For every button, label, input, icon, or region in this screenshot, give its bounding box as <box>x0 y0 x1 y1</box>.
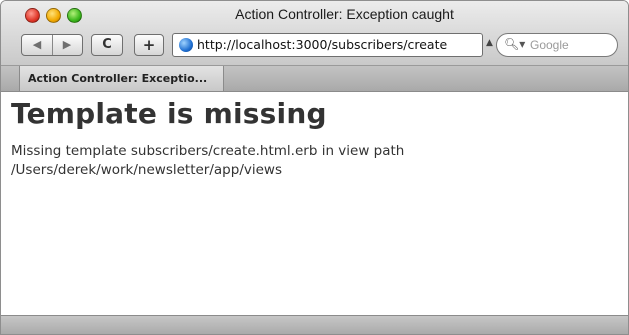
url-text[interactable]: http://localhost:3000/subscribers/create <box>197 37 447 52</box>
add-bookmark-button[interactable]: + <box>134 34 164 56</box>
search-placeholder: Google <box>530 38 569 52</box>
reload-button[interactable]: C <box>91 34 123 56</box>
search-field[interactable]: 🔍︎▾ Google <box>496 33 618 57</box>
forward-arrow-icon[interactable]: ▶ <box>52 35 82 55</box>
address-bar[interactable]: http://localhost:3000/subscribers/create <box>172 33 483 57</box>
status-bar <box>1 315 628 334</box>
page-heading: Template is missing <box>11 97 327 130</box>
window-title: Action Controller: Exception caught <box>235 6 454 22</box>
reload-icon: C <box>102 37 112 52</box>
plus-icon: + <box>142 36 156 54</box>
title-bar: Action Controller: Exception caught ◀ ▶ C… <box>1 1 628 66</box>
tab-bar: Action Controller: Exceptio... <box>1 66 628 92</box>
browser-window: Action Controller: Exception caught ◀ ▶ C… <box>0 0 629 335</box>
snapback-icon[interactable]: ▲ <box>486 38 493 48</box>
tab-exception[interactable]: Action Controller: Exceptio... <box>19 66 224 91</box>
back-arrow-icon[interactable]: ◀ <box>22 35 52 55</box>
page-content: Template is missing Missing template sub… <box>1 92 628 315</box>
error-message: Missing template subscribers/create.html… <box>11 143 405 178</box>
nav-divider <box>52 35 53 55</box>
globe-icon <box>179 38 193 52</box>
back-forward-group: ◀ ▶ <box>21 34 83 56</box>
magnifier-icon[interactable]: 🔍︎▾ <box>504 37 525 51</box>
